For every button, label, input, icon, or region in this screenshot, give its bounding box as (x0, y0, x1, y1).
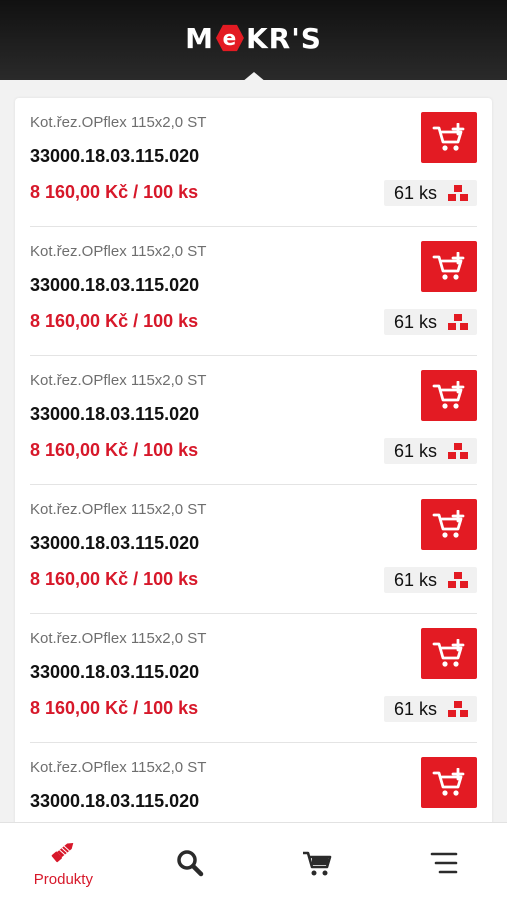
add-to-cart-icon (432, 380, 465, 409)
app-header: M e KR'S (0, 0, 507, 82)
product-list-area[interactable]: Kot.řez.OPflex 115x2,0 ST 33000.18.03.11… (0, 80, 507, 822)
product-code: 33000.18.03.115.020 (30, 275, 200, 295)
tab-menu[interactable] (380, 823, 507, 900)
screw-icon (52, 843, 74, 863)
menu-icon (430, 852, 457, 873)
product-item[interactable]: Kot.řez.OPflex 115x2,0 ST 33000.18.03.11… (30, 743, 477, 822)
boxes-icon (448, 701, 468, 717)
logo-hex: e (215, 24, 244, 52)
boxes-icon (448, 185, 468, 201)
tab-products-label: Produkty (33, 871, 93, 888)
product-name: Kot.řez.OPflex 115x2,0 ST (30, 630, 207, 647)
product-price: 8 160,00 Kč / 100 ks (30, 698, 199, 718)
product-code: 33000.18.03.115.020 (30, 146, 200, 166)
product-price: 8 160,00 Kč / 100 ks (30, 182, 199, 202)
tab-products[interactable]: Produkty (0, 823, 127, 900)
product-list: Kot.řez.OPflex 115x2,0 ST 33000.18.03.11… (15, 98, 492, 822)
bottom-tab-bar: Produkty (0, 822, 507, 900)
add-to-cart-icon (432, 638, 465, 667)
brand-logo: M e KR'S (185, 22, 322, 55)
product-name: Kot.řez.OPflex 115x2,0 ST (30, 114, 207, 131)
add-to-cart-icon (432, 767, 465, 796)
product-code: 33000.18.03.115.020 (30, 404, 200, 424)
add-to-cart-button[interactable] (421, 241, 477, 292)
stock-badge: 61 ks (383, 309, 477, 335)
product-code: 33000.18.03.115.020 (30, 791, 200, 811)
product-price: 8 160,00 Kč / 100 ks (30, 569, 199, 589)
add-to-cart-button[interactable] (421, 112, 477, 163)
boxes-icon (448, 314, 468, 330)
stock-badge: 61 ks (383, 696, 477, 722)
product-price: 8 160,00 Kč / 100 ks (30, 440, 199, 460)
stock-quantity: 61 ks (393, 698, 437, 719)
cart-icon (302, 851, 332, 875)
stock-badge: 61 ks (383, 438, 477, 464)
product-code: 33000.18.03.115.020 (30, 533, 200, 553)
product-item[interactable]: Kot.řez.OPflex 115x2,0 ST 33000.18.03.11… (30, 227, 477, 356)
product-name: Kot.řez.OPflex 115x2,0 ST (30, 501, 207, 518)
search-icon (177, 849, 204, 876)
logo-text-right: KR'S (245, 21, 322, 55)
stock-quantity: 61 ks (393, 182, 437, 203)
add-to-cart-button[interactable] (421, 628, 477, 679)
tab-cart[interactable] (254, 823, 381, 900)
add-to-cart-icon (432, 251, 465, 280)
product-item[interactable]: Kot.řez.OPflex 115x2,0 ST 33000.18.03.11… (30, 485, 477, 614)
stock-quantity: 61 ks (393, 440, 437, 461)
product-code: 33000.18.03.115.020 (30, 662, 200, 682)
add-to-cart-button[interactable] (421, 757, 477, 808)
product-item[interactable]: Kot.řez.OPflex 115x2,0 ST 33000.18.03.11… (30, 356, 477, 485)
logo-hex-letter: e (222, 26, 238, 50)
add-to-cart-button[interactable] (421, 499, 477, 550)
product-name: Kot.řez.OPflex 115x2,0 ST (30, 759, 207, 776)
tab-search[interactable] (127, 823, 254, 900)
add-to-cart-icon (432, 509, 465, 538)
boxes-icon (448, 443, 468, 459)
product-name: Kot.řez.OPflex 115x2,0 ST (30, 243, 207, 260)
product-item[interactable]: Kot.řez.OPflex 115x2,0 ST 33000.18.03.11… (30, 614, 477, 743)
add-to-cart-button[interactable] (421, 370, 477, 421)
product-price: 8 160,00 Kč / 100 ks (30, 311, 199, 331)
stock-badge: 61 ks (383, 567, 477, 593)
stock-quantity: 61 ks (393, 311, 437, 332)
product-item[interactable]: Kot.řez.OPflex 115x2,0 ST 33000.18.03.11… (30, 98, 477, 227)
add-to-cart-icon (432, 122, 465, 151)
product-name: Kot.řez.OPflex 115x2,0 ST (30, 372, 207, 389)
stock-badge: 61 ks (383, 180, 477, 206)
boxes-icon (448, 572, 468, 588)
logo-text-left: M (185, 21, 214, 55)
stock-quantity: 61 ks (393, 569, 437, 590)
